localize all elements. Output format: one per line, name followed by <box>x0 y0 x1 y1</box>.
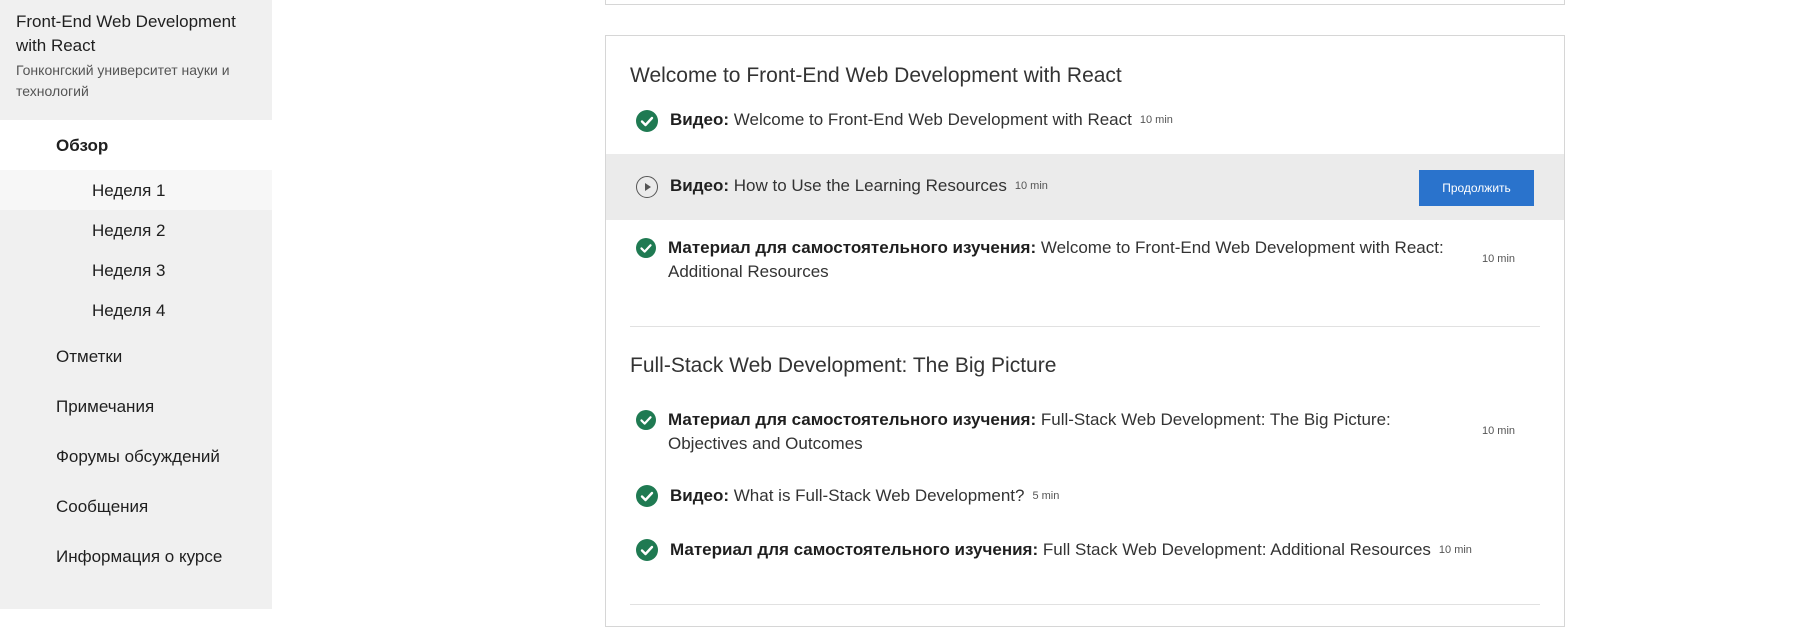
module-card: Welcome to Front-End Web Development wit… <box>605 35 1565 627</box>
item-type: Материал для самостоятельного изучения: <box>670 540 1039 559</box>
nav-course-info[interactable]: Информация о курсе <box>0 533 272 583</box>
item-duration: 10 min <box>1482 253 1516 265</box>
item-duration: 10 min <box>1482 425 1516 437</box>
check-circle-icon <box>636 485 658 507</box>
nav-discussion-forums[interactable]: Форумы обсуждений <box>0 433 272 483</box>
lesson-item[interactable]: Видео: Welcome to Front-End Web Developm… <box>606 108 1564 152</box>
nav-grades[interactable]: Отметки <box>0 333 272 383</box>
lesson-item[interactable]: Видео: What is Full-Stack Web Developmen… <box>606 484 1564 524</box>
nav-week-2[interactable]: Неделя 2 <box>0 210 272 250</box>
check-circle-icon <box>636 410 656 430</box>
item-duration: 10 min <box>1014 180 1048 192</box>
check-circle-icon <box>636 539 658 561</box>
item-text[interactable]: Видео: Welcome to Front-End Web Developm… <box>670 108 1173 132</box>
nav-notes[interactable]: Примечания <box>0 383 272 433</box>
continue-button[interactable]: Продолжить <box>1419 170 1534 206</box>
lesson-title: Welcome to Front-End Web Development wit… <box>630 64 1122 87</box>
lesson-divider <box>630 326 1540 327</box>
lesson-title: Full-Stack Web Development: The Big Pict… <box>630 354 1057 377</box>
item-text[interactable]: Материал для самостоятельного изучения: … <box>670 538 1472 562</box>
item-name[interactable]: Full Stack Web Development: Additional R… <box>1043 540 1431 559</box>
check-circle-icon <box>636 238 656 258</box>
course-header: Front-End Web Development with React Гон… <box>0 0 272 111</box>
item-type: Видео: <box>670 486 730 505</box>
item-type: Видео: <box>670 176 730 195</box>
item-duration: 10 min <box>1438 544 1472 556</box>
nav-overview[interactable]: Обзор <box>0 120 272 170</box>
item-type: Материал для самостоятельного изучения: <box>668 238 1037 257</box>
nav-week-3[interactable]: Неделя 3 <box>0 250 272 290</box>
lesson-item-current[interactable]: Видео: How to Use the Learning Resources… <box>606 154 1564 220</box>
lesson-item[interactable]: Материал для самостоятельного изучения: … <box>606 538 1564 578</box>
university-name: Гонконгский университет науки и технолог… <box>16 62 230 99</box>
lesson-divider <box>630 604 1540 605</box>
lesson-item[interactable]: Материал для самостоятельного изучения: … <box>606 408 1564 468</box>
item-name[interactable]: Welcome to Front-End Web Development wit… <box>734 110 1132 129</box>
item-name[interactable]: How to Use the Learning Resources <box>734 176 1007 195</box>
check-circle-icon <box>636 110 658 132</box>
item-text[interactable]: Видео: What is Full-Stack Web Developmen… <box>670 484 1059 508</box>
item-type: Видео: <box>670 110 730 129</box>
item-text[interactable]: Видео: How to Use the Learning Resources… <box>670 174 1048 198</box>
item-duration: 10 min <box>1139 114 1173 126</box>
item-text[interactable]: Материал для самостоятельного изучения: … <box>668 236 1448 284</box>
item-duration: 5 min <box>1032 490 1060 502</box>
play-circle-icon <box>636 176 658 198</box>
course-title[interactable]: Front-End Web Development with React <box>16 10 256 58</box>
previous-module-card <box>605 0 1565 5</box>
item-text[interactable]: Материал для самостоятельного изучения: … <box>668 408 1458 456</box>
nav-messages[interactable]: Сообщения <box>0 483 272 533</box>
nav-week-1[interactable]: Неделя 1 <box>0 170 272 210</box>
course-sidebar: Front-End Web Development with React Гон… <box>0 0 272 609</box>
nav-week-4[interactable]: Неделя 4 <box>0 290 272 330</box>
item-type: Материал для самостоятельного изучения: <box>668 410 1037 429</box>
lesson-item[interactable]: Материал для самостоятельного изучения: … <box>606 236 1564 300</box>
item-name[interactable]: What is Full-Stack Web Development? <box>734 486 1025 505</box>
